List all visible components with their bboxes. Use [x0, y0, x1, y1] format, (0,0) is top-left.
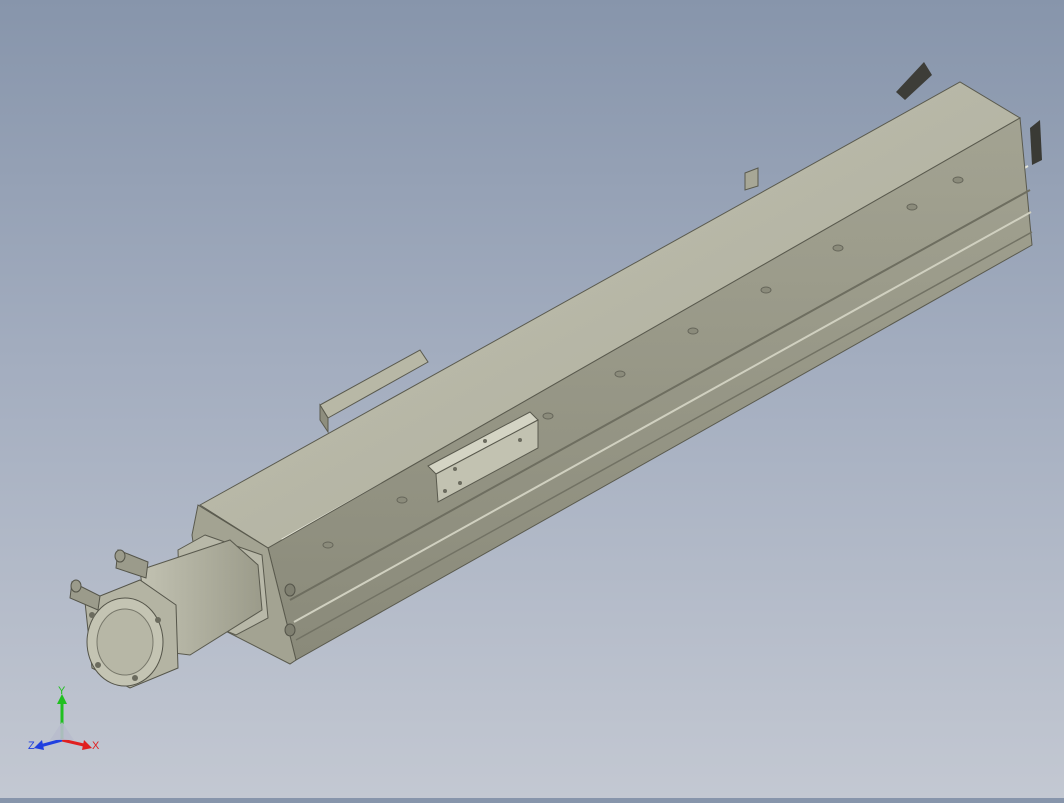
servo-motor: [84, 539, 263, 689]
rear-end-tab: [744, 167, 759, 191]
y-axis-label: Y: [58, 685, 66, 697]
axis-triad: Y X Z: [22, 682, 112, 762]
rail-side-face: [267, 117, 1033, 661]
3d-viewport[interactable]: Y X Z: [0, 0, 1064, 798]
x-axis-label: X: [92, 740, 100, 752]
linear-actuator-model[interactable]: [0, 0, 1064, 798]
z-axis-label: Z: [28, 740, 35, 752]
